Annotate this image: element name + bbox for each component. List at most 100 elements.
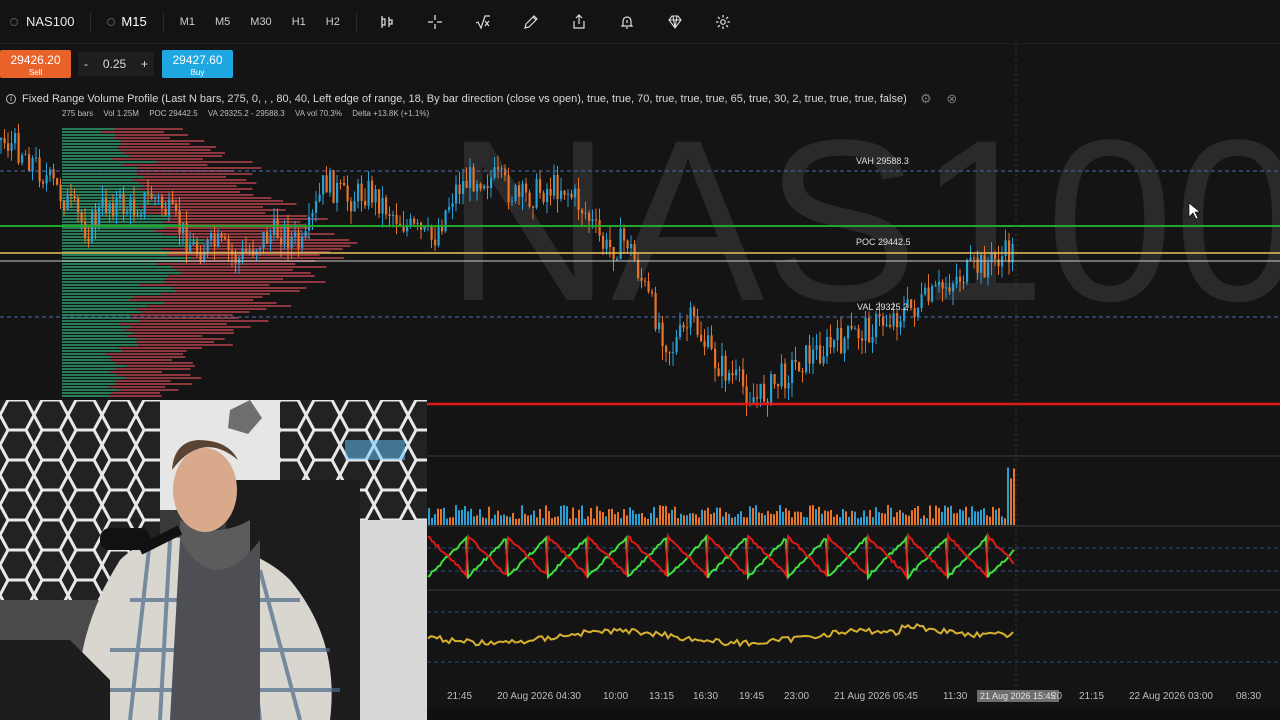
volume-profile-bar bbox=[163, 221, 301, 223]
candle-body bbox=[742, 369, 745, 387]
candle-body bbox=[150, 193, 153, 199]
candle-body bbox=[780, 363, 783, 387]
volume-bar bbox=[614, 514, 616, 525]
volume-profile-bar bbox=[62, 329, 125, 331]
timeframe-m30[interactable]: M30 bbox=[240, 8, 281, 36]
buy-button[interactable]: 29427.60 Buy bbox=[162, 50, 233, 78]
candle-body bbox=[70, 194, 73, 197]
candle-body bbox=[588, 212, 591, 222]
volume-bar bbox=[761, 513, 763, 525]
volume-profile-bar bbox=[119, 323, 227, 325]
volume-profile-bar bbox=[115, 383, 193, 385]
candle-body bbox=[87, 238, 90, 242]
timeframe-h2[interactable]: H2 bbox=[316, 8, 350, 36]
timeframe-m5[interactable]: M5 bbox=[205, 8, 240, 36]
volume-profile-bar bbox=[62, 158, 113, 160]
candle-body bbox=[486, 185, 489, 188]
candle-body bbox=[224, 237, 227, 239]
time-axis[interactable]: 21:45 20 Aug 2026 04:30 10:00 13:15 16:3… bbox=[427, 686, 1280, 708]
timeframe-selector[interactable]: M15 bbox=[97, 8, 156, 36]
volume-bar bbox=[440, 508, 442, 525]
indicator-remove-icon[interactable]: ⊗ bbox=[945, 92, 959, 106]
candle-body bbox=[969, 257, 972, 260]
volume-bar bbox=[605, 516, 607, 525]
time-tick: 10:00 bbox=[603, 691, 629, 702]
volume-profile-bar bbox=[62, 290, 177, 292]
candle-body bbox=[434, 239, 437, 246]
increase-qty-button[interactable]: + bbox=[141, 57, 148, 71]
candle-body bbox=[45, 175, 48, 184]
timeframe-m1[interactable]: M1 bbox=[170, 8, 205, 36]
volume-profile-bar bbox=[62, 377, 125, 379]
candle-body bbox=[553, 174, 556, 196]
candle-body bbox=[728, 372, 731, 381]
candle-body bbox=[213, 233, 216, 247]
candle-body bbox=[542, 192, 545, 203]
volume-profile-bar bbox=[137, 167, 262, 169]
quantity-stepper[interactable]: - 0.25 + bbox=[78, 52, 154, 76]
volume-bar bbox=[557, 516, 559, 525]
indicators-button[interactable] bbox=[363, 0, 411, 44]
volume-bar bbox=[431, 517, 433, 525]
volume-bar bbox=[776, 511, 778, 525]
indicator-title: Fixed Range Volume Profile (Last N bars,… bbox=[22, 93, 907, 105]
volume-bar bbox=[836, 514, 838, 525]
volume-bar bbox=[875, 507, 877, 525]
candle-body bbox=[126, 211, 129, 215]
symbol-selector[interactable]: NAS100 bbox=[0, 8, 84, 36]
crosshair-button[interactable] bbox=[411, 0, 459, 44]
volume-bar bbox=[554, 516, 556, 525]
candle-body bbox=[756, 397, 759, 399]
volume-bar bbox=[626, 515, 628, 525]
candle-body bbox=[745, 386, 748, 404]
volume-bar bbox=[839, 517, 841, 525]
indicator-settings-icon[interactable]: ⚙ bbox=[919, 92, 933, 106]
candle-body bbox=[584, 212, 587, 214]
candle-body bbox=[966, 259, 969, 283]
settings-button[interactable] bbox=[699, 0, 747, 44]
volume-bar bbox=[542, 518, 544, 525]
volume-profile-bar bbox=[62, 383, 116, 385]
time-tick: 16:30 bbox=[693, 691, 719, 702]
premium-button[interactable] bbox=[651, 0, 699, 44]
info-icon[interactable]: i bbox=[6, 94, 16, 104]
candle-body bbox=[392, 214, 395, 216]
volume-profile-bar bbox=[62, 344, 139, 346]
sell-button[interactable]: 29426.20 Sell bbox=[0, 50, 71, 78]
candle-body bbox=[941, 281, 944, 289]
drawing-button[interactable] bbox=[507, 0, 555, 44]
volume-profile-bar bbox=[115, 134, 188, 136]
quantity-value[interactable]: 0.25 bbox=[103, 57, 126, 71]
volume-profile-bar bbox=[173, 287, 307, 289]
candle-body bbox=[815, 345, 818, 350]
volume-profile-bar bbox=[62, 392, 111, 394]
indicator-legend[interactable]: i Fixed Range Volume Profile (Last N bar… bbox=[6, 92, 959, 106]
volume-bar bbox=[914, 507, 916, 525]
candle-body bbox=[157, 196, 160, 198]
volume-profile-bar bbox=[115, 380, 171, 382]
candle-body bbox=[654, 293, 657, 330]
volume-profile-bar bbox=[156, 161, 253, 163]
decrease-qty-button[interactable]: - bbox=[84, 57, 88, 71]
candle-body bbox=[812, 349, 815, 364]
formula-button[interactable] bbox=[459, 0, 507, 44]
alert-button[interactable] bbox=[603, 0, 651, 44]
candle-body bbox=[717, 368, 720, 376]
volume-profile-bar bbox=[62, 389, 119, 391]
toolbar-divider bbox=[355, 11, 357, 32]
volume-profile-bar bbox=[132, 179, 247, 181]
volume-profile-bar bbox=[62, 275, 169, 277]
volume-profile-bar bbox=[62, 173, 137, 175]
candle-body bbox=[640, 277, 643, 281]
share-button[interactable] bbox=[555, 0, 603, 44]
candle-body bbox=[283, 224, 286, 245]
volume-profile-bar bbox=[110, 359, 173, 361]
volume-bar bbox=[980, 509, 982, 525]
volume-bar bbox=[746, 517, 748, 525]
volume-bar bbox=[599, 510, 601, 525]
volume-profile-bar bbox=[163, 302, 277, 304]
timeframe-h1[interactable]: H1 bbox=[282, 8, 316, 36]
time-tick: 21:45 bbox=[447, 691, 473, 702]
volume-bar bbox=[815, 509, 817, 525]
volume-profile-bar bbox=[62, 206, 140, 208]
